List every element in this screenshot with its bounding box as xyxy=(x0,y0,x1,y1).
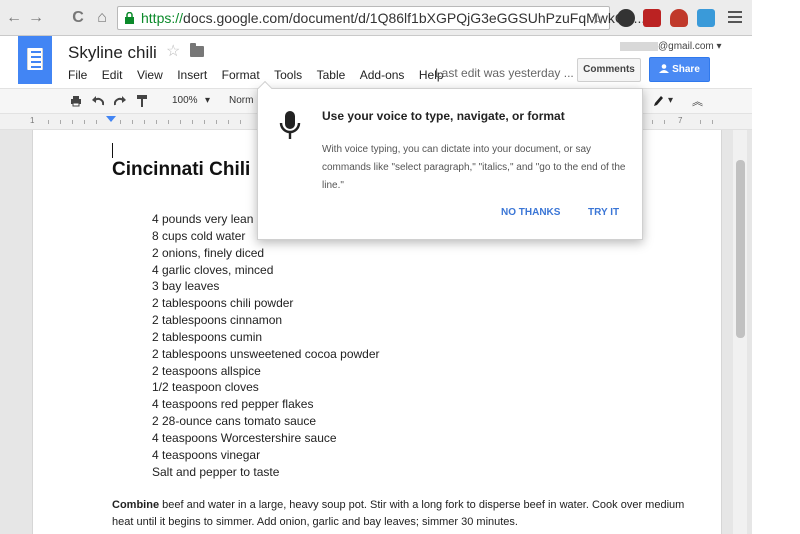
zoom-select[interactable]: 100% xyxy=(172,95,198,106)
redacted-email xyxy=(620,41,658,51)
browser-toolbar: ← → C ⌂ https://docs.google.com/document… xyxy=(0,0,752,36)
list-item: 2 28-ounce cans tomato sauce xyxy=(152,414,317,429)
forward-button[interactable]: → xyxy=(26,8,46,28)
lock-icon xyxy=(125,12,134,24)
menu-bar: File Edit View Insert Format Tools Table… xyxy=(68,66,454,84)
document-title[interactable]: Skyline chili xyxy=(68,43,157,63)
text-cursor xyxy=(112,143,113,158)
list-item: 2 onions, finely diced xyxy=(152,245,265,260)
paint-format-icon[interactable] xyxy=(136,94,148,108)
docs-header: Skyline chili ☆ File Edit View Insert Fo… xyxy=(0,36,752,88)
list-item: 4 garlic cloves, minced xyxy=(152,262,274,277)
list-item: 3 bay leaves xyxy=(152,279,220,294)
menu-tools[interactable]: Tools xyxy=(274,68,302,82)
menu-file[interactable]: File xyxy=(68,68,87,82)
popup-title: Use your voice to type, navigate, or for… xyxy=(322,109,565,123)
extension-icon-4[interactable] xyxy=(697,9,715,27)
collapse-menus-icon[interactable]: ︽ xyxy=(692,93,703,109)
list-item: 4 teaspoons vinegar xyxy=(152,447,261,462)
menu-view[interactable]: View xyxy=(137,68,163,82)
comments-button[interactable]: Comments xyxy=(577,58,641,82)
list-item: 2 tablespoons cinnamon xyxy=(152,313,283,328)
menu-insert[interactable]: Insert xyxy=(177,68,207,82)
no-thanks-button[interactable]: NO THANKS xyxy=(501,207,560,218)
menu-format[interactable]: Format xyxy=(222,68,260,82)
home-button[interactable]: ⌂ xyxy=(92,8,112,28)
account-email[interactable]: @gmail.com ▾ xyxy=(620,41,722,52)
list-item: 4 teaspoons red pepper flakes xyxy=(152,397,314,412)
try-it-button[interactable]: TRY IT xyxy=(588,207,619,218)
person-icon xyxy=(659,64,670,73)
list-item: 2 tablespoons chili powder xyxy=(152,296,294,311)
back-button[interactable]: ← xyxy=(4,8,24,28)
list-item: 4 teaspoons Worcestershire sauce xyxy=(152,430,337,445)
url-text: https://docs.google.com/document/d/1Q86l… xyxy=(141,10,646,26)
list-item: 2 tablespoons cumin xyxy=(152,329,263,344)
docs-logo-icon[interactable] xyxy=(18,36,52,84)
outside-window-area xyxy=(752,0,800,534)
list-item: Salt and pepper to taste xyxy=(152,464,280,479)
browser-menu-icon[interactable] xyxy=(726,8,744,26)
menu-edit[interactable]: Edit xyxy=(102,68,123,82)
list-item: 1/2 teaspoon cloves xyxy=(152,380,259,395)
style-select[interactable]: Norm xyxy=(229,95,253,106)
ruler-number: 1 xyxy=(30,116,35,125)
reload-button[interactable]: C xyxy=(68,8,88,28)
microphone-icon xyxy=(279,111,301,139)
zoom-dropdown-icon[interactable]: ▾ xyxy=(205,95,210,106)
print-icon[interactable] xyxy=(70,95,82,107)
ruler-number: 7 xyxy=(678,116,683,125)
ingredients-list: 4 pounds very lean 8 cups cold water 2 o… xyxy=(152,211,380,481)
instructions-paragraph: Combine beef and water in a large, heavy… xyxy=(112,499,685,528)
voice-typing-popup: Use your voice to type, navigate, or for… xyxy=(257,80,643,240)
extension-icon-2[interactable] xyxy=(643,9,661,27)
menu-addons[interactable]: Add-ons xyxy=(360,68,405,82)
star-document-icon[interactable]: ☆ xyxy=(166,41,180,61)
editing-mode-dropdown-icon[interactable]: ▾ xyxy=(668,95,673,106)
bookmark-star-icon[interactable]: ☆ xyxy=(591,9,605,29)
move-to-folder-icon[interactable] xyxy=(190,43,204,57)
list-item: 2 teaspoons allspice xyxy=(152,363,261,378)
recipe-heading: Cincinnati Chili xyxy=(112,159,251,180)
list-item: 2 tablespoons unsweetened cocoa powder xyxy=(152,346,380,361)
editing-mode-pen-icon[interactable] xyxy=(652,94,664,108)
popup-description: With voice typing, you can dictate into … xyxy=(322,144,626,191)
indent-marker[interactable] xyxy=(106,116,116,122)
extension-icon-1[interactable] xyxy=(617,9,635,27)
scrollbar-thumb[interactable] xyxy=(736,160,745,338)
redo-icon[interactable] xyxy=(114,96,126,106)
last-edit-status[interactable]: Last edit was yesterday ... xyxy=(435,66,574,80)
menu-table[interactable]: Table xyxy=(317,68,346,82)
share-button[interactable]: Share xyxy=(649,57,710,82)
ublock-icon[interactable] xyxy=(670,9,688,27)
browser-window: ← → C ⌂ https://docs.google.com/document… xyxy=(0,0,752,534)
undo-icon[interactable] xyxy=(92,96,104,106)
address-bar[interactable]: https://docs.google.com/document/d/1Q86l… xyxy=(117,6,645,30)
